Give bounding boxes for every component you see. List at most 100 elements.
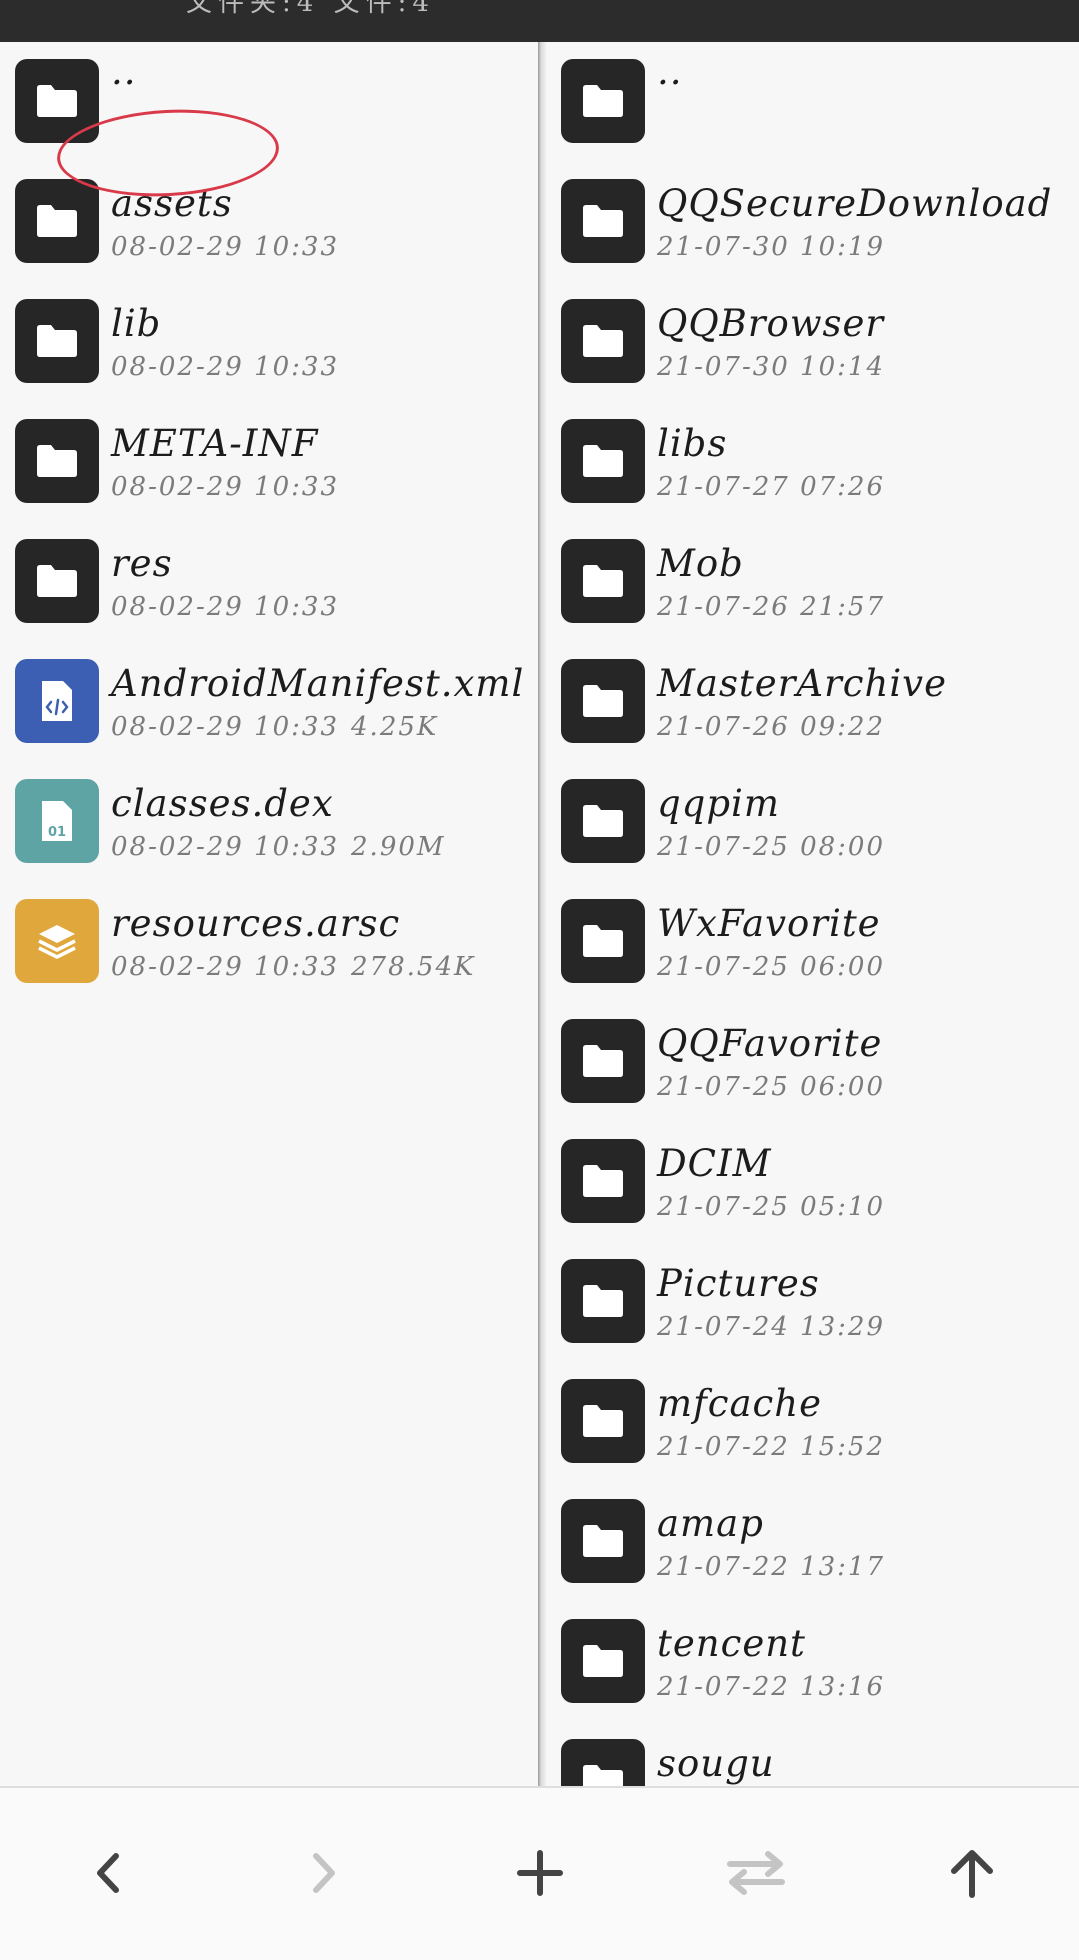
file-name: assets: [111, 182, 233, 225]
forward-button[interactable]: [279, 1828, 369, 1918]
right-file-row[interactable]: DCIM 21-07-25 05:10: [546, 1122, 1079, 1242]
file-meta: 08-02-29 10:33: [111, 592, 339, 622]
arrow-up-icon: [951, 1850, 993, 1898]
folder-icon: [561, 1619, 645, 1703]
file-name: MasterArchive: [657, 662, 947, 705]
file-meta: 21-07-27 07:26: [657, 472, 885, 502]
file-meta: 21-07-22 13:16: [657, 1672, 885, 1702]
folder-icon: [561, 59, 645, 143]
file-modified-date: 21-07-25 06:00: [657, 1072, 886, 1102]
file-meta: 21-07-25 08:00: [657, 832, 885, 862]
add-button[interactable]: [495, 1828, 585, 1918]
file-modified-date: 21-07-30 10:14: [657, 352, 886, 382]
folder-icon: [561, 779, 645, 863]
folder-icon: [561, 1739, 645, 1786]
file-modified-date: 21-07-24 13:29: [657, 1312, 886, 1342]
folder-icon: [561, 1379, 645, 1463]
left-file-row[interactable]: 01 classes.dex 08-02-29 10:33 2.90M: [0, 762, 538, 882]
right-file-row[interactable]: mfcache 21-07-22 15:52: [546, 1362, 1079, 1482]
file-name: amap: [657, 1502, 764, 1545]
left-pane-file-list[interactable]: .. assets 08-02-29 10:33 lib 08-02-29 10:33 M…: [0, 42, 538, 1786]
file-meta: 08-02-29 10:33 278.54K: [111, 952, 475, 982]
folder-icon: [15, 179, 99, 263]
file-modified-date: 08-02-29 10:33: [111, 952, 340, 982]
file-meta: 21-07-22 13:17: [657, 1552, 885, 1582]
file-modified-date: 21-07-25 08:00: [657, 832, 886, 862]
folder-icon: [561, 179, 645, 263]
left-file-row[interactable]: lib 08-02-29 10:33: [0, 282, 538, 402]
right-file-row[interactable]: Pictures 21-07-24 13:29: [546, 1242, 1079, 1362]
file-meta: 21-07-26 09:22: [657, 712, 885, 742]
left-file-row[interactable]: assets 08-02-29 10:33: [0, 162, 538, 282]
left-file-row[interactable]: ..: [0, 42, 538, 162]
folder-icon: [561, 1499, 645, 1583]
back-button[interactable]: [63, 1828, 153, 1918]
swap-panes-button[interactable]: [711, 1828, 801, 1918]
file-modified-date: 08-02-29 10:33: [111, 832, 340, 862]
title-bar-text: 文件夹:4 文件:4: [186, 0, 435, 18]
file-size: 278.54K: [351, 952, 476, 982]
file-modified-date: 21-07-25 06:00: [657, 952, 886, 982]
right-file-row[interactable]: sougu: [546, 1722, 1079, 1786]
file-name: ..: [657, 50, 683, 93]
file-name: classes.dex: [111, 782, 334, 825]
right-file-row[interactable]: qqpim 21-07-25 08:00: [546, 762, 1079, 882]
file-meta: 21-07-22 15:52: [657, 1432, 885, 1462]
title-bar: 文件夹:4 文件:4: [0, 0, 1079, 42]
file-name: sougu: [657, 1742, 775, 1785]
file-name: qqpim: [657, 782, 780, 825]
file-modified-date: 08-02-29 10:33: [111, 592, 340, 622]
left-file-row[interactable]: META-INF 08-02-29 10:33: [0, 402, 538, 522]
file-meta: 08-02-29 10:33 4.25K: [111, 712, 438, 742]
svg-text:01: 01: [48, 825, 66, 840]
right-file-row[interactable]: Mob 21-07-26 21:57: [546, 522, 1079, 642]
folder-icon: [561, 419, 645, 503]
file-meta: 08-02-29 10:33 2.90M: [111, 832, 446, 862]
file-name: QQBrowser: [657, 302, 885, 345]
file-modified-date: 21-07-22 15:52: [657, 1432, 886, 1462]
folder-icon: [561, 1139, 645, 1223]
right-file-row[interactable]: QQFavorite 21-07-25 06:00: [546, 1002, 1079, 1122]
right-pane-file-list[interactable]: .. QQSecureDownload 21-07-30 10:19 QQBrowse…: [546, 42, 1079, 1786]
file-name: WxFavorite: [657, 902, 881, 945]
file-modified-date: 21-07-27 07:26: [657, 472, 886, 502]
right-file-row[interactable]: ..: [546, 42, 1079, 162]
right-file-row[interactable]: amap 21-07-22 13:17: [546, 1482, 1079, 1602]
file-meta: 08-02-29 10:33: [111, 472, 339, 502]
pane-divider[interactable]: [538, 42, 546, 1786]
right-file-row[interactable]: QQBrowser 21-07-30 10:14: [546, 282, 1079, 402]
file-modified-date: 21-07-26 09:22: [657, 712, 886, 742]
plus-icon: [517, 1850, 563, 1896]
right-file-row[interactable]: QQSecureDownload 21-07-30 10:19: [546, 162, 1079, 282]
file-modified-date: 21-07-25 05:10: [657, 1192, 886, 1222]
chevron-right-icon: [313, 1853, 335, 1893]
file-modified-date: 21-07-30 10:19: [657, 232, 886, 262]
right-file-row[interactable]: MasterArchive 21-07-26 09:22: [546, 642, 1079, 762]
file-name: ..: [111, 50, 137, 93]
file-meta: 21-07-25 05:10: [657, 1192, 885, 1222]
right-file-row[interactable]: libs 21-07-27 07:26: [546, 402, 1079, 522]
file-meta: 21-07-25 06:00: [657, 952, 885, 982]
file-name: DCIM: [657, 1142, 772, 1185]
chevron-left-icon: [97, 1853, 119, 1893]
file-meta: 08-02-29 10:33: [111, 232, 339, 262]
left-file-row[interactable]: resources.arsc 08-02-29 10:33 278.54K: [0, 882, 538, 1002]
layers-file-icon: [15, 899, 99, 983]
file-modified-date: 08-02-29 10:33: [111, 352, 340, 382]
left-file-row[interactable]: AndroidManifest.xml 08-02-29 10:33 4.25K: [0, 642, 538, 762]
folder-icon: [15, 419, 99, 503]
file-name: mfcache: [657, 1382, 823, 1425]
file-meta: 08-02-29 10:33: [111, 352, 339, 382]
file-modified-date: 21-07-22 13:17: [657, 1552, 886, 1582]
right-file-row[interactable]: WxFavorite 21-07-25 06:00: [546, 882, 1079, 1002]
file-modified-date: 08-02-29 10:33: [111, 232, 340, 262]
parent-directory-button[interactable]: [927, 1828, 1017, 1918]
file-name: tencent: [657, 1622, 806, 1665]
right-file-row[interactable]: tencent 21-07-22 13:16: [546, 1602, 1079, 1722]
file-size: 4.25K: [351, 712, 439, 742]
file-name: libs: [657, 422, 728, 465]
folder-icon: [15, 299, 99, 383]
file-name: res: [111, 542, 173, 585]
file-modified-date: 08-02-29 10:33: [111, 712, 340, 742]
left-file-row[interactable]: res 08-02-29 10:33: [0, 522, 538, 642]
